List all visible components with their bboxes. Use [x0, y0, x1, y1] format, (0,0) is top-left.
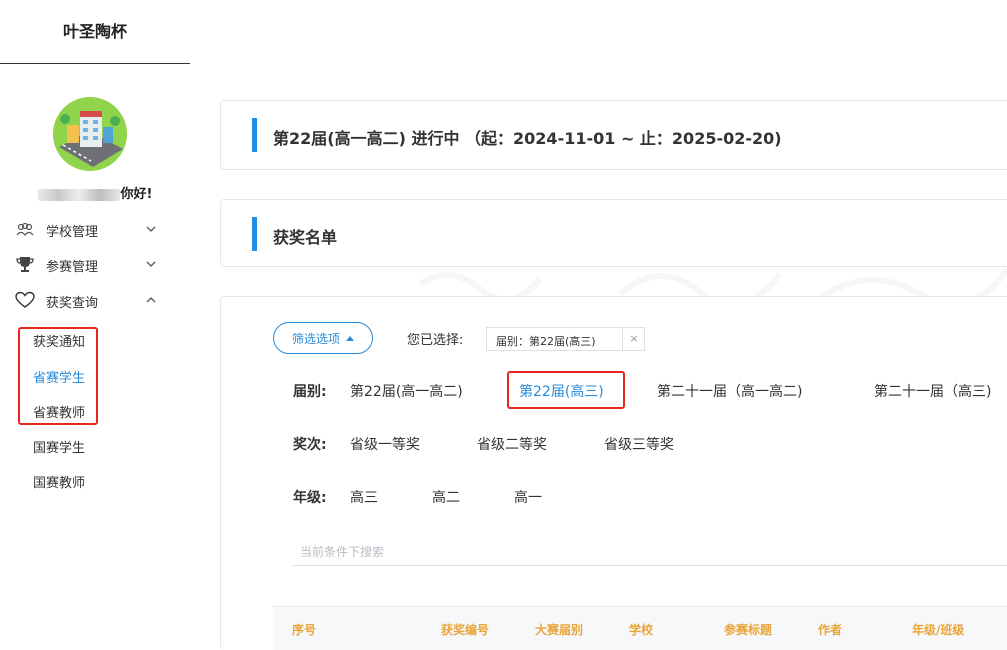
chevron-down-icon [145, 223, 157, 235]
close-icon[interactable]: × [622, 328, 645, 350]
avatar[interactable] [53, 97, 127, 171]
competition-status-title: 第22届(高一高二) 进行中 （起：2024-11-01 ~ 止：2025-02… [273, 125, 782, 149]
results-table-header: 序号 获奖编号 大赛届别 学校 参赛标题 作者 年级/班级 [273, 606, 1007, 650]
column-header-session: 大赛届别 [535, 621, 583, 638]
users-icon [15, 220, 35, 238]
sidebar: 叶圣陶杯 你好! 学校管理 [0, 0, 190, 650]
avatar-illustration-icon [53, 97, 127, 171]
menu-item-label: 获奖查询 [46, 292, 98, 311]
user-greeting: 你好! [0, 183, 190, 202]
menu-item-award-query[interactable]: 获奖查询 [0, 288, 190, 312]
filter-option-award-level[interactable]: 省级三等奖 [604, 434, 674, 454]
panel-accent-bar [252, 217, 257, 251]
filter-option-grade[interactable]: 高二 [432, 487, 460, 507]
filter-option-grade[interactable]: 高一 [514, 487, 542, 507]
filter-option-session[interactable]: 第二十一届（高三) [874, 381, 991, 401]
filter-row-label-award-level: 奖次: [293, 434, 327, 454]
greeting-text: 你好! [121, 187, 153, 202]
filter-option-session[interactable]: 第二十一届（高一高二) [657, 381, 802, 401]
column-header-author: 作者 [818, 621, 842, 638]
filter-toggle-label: 筛选选项 [292, 332, 340, 346]
highlight-box-selected-session [507, 371, 625, 409]
search-input[interactable] [293, 538, 1007, 566]
chip-text: 届别：第22届(高三) [496, 333, 596, 349]
menu-item-label: 参赛管理 [46, 256, 98, 275]
competition-status-panel: 第22届(高一高二) 进行中 （起：2024-11-01 ~ 止：2025-02… [220, 100, 1007, 170]
heart-icon [15, 291, 35, 309]
selected-filter-chip: 届别：第22届(高三) × [486, 327, 645, 351]
caret-up-icon [346, 336, 354, 341]
filter-row-label-grade: 年级: [293, 487, 327, 507]
column-header-index: 序号 [292, 621, 316, 638]
selected-filters-label: 您已选择: [407, 329, 463, 348]
menu-item-school-management[interactable]: 学校管理 [0, 217, 190, 241]
submenu-item-national-students[interactable]: 国赛学生 [33, 437, 85, 456]
submenu-item-national-teachers[interactable]: 国赛教师 [33, 472, 85, 491]
column-header-entry-title: 参赛标题 [724, 621, 772, 638]
filter-row-label-session: 届别: [293, 381, 327, 401]
redacted-username [38, 189, 120, 201]
column-header-grade-class: 年级/班级 [912, 621, 964, 638]
filter-option-award-level[interactable]: 省级一等奖 [350, 434, 420, 454]
filter-option-grade[interactable]: 高三 [350, 487, 378, 507]
watermark-calligraphy-icon [420, 254, 1007, 300]
filter-option-session[interactable]: 第22届(高一高二) [350, 381, 463, 401]
highlight-box-submenu [18, 327, 98, 425]
filter-option-award-level[interactable]: 省级二等奖 [477, 434, 547, 454]
menu-item-competition-management[interactable]: 参赛管理 [0, 252, 190, 276]
panel-accent-bar [252, 118, 257, 152]
background-watermark [420, 254, 1007, 300]
column-header-school: 学校 [629, 621, 653, 638]
chevron-down-icon [145, 258, 157, 270]
trophy-icon [15, 255, 35, 273]
brand-title: 叶圣陶杯 [0, 0, 190, 64]
chevron-up-icon [145, 294, 157, 306]
menu-item-label: 学校管理 [46, 221, 98, 240]
filter-options-toggle[interactable]: 筛选选项 [273, 322, 373, 354]
awards-list-title: 获奖名单 [273, 224, 337, 248]
column-header-award-number: 获奖编号 [441, 621, 489, 638]
